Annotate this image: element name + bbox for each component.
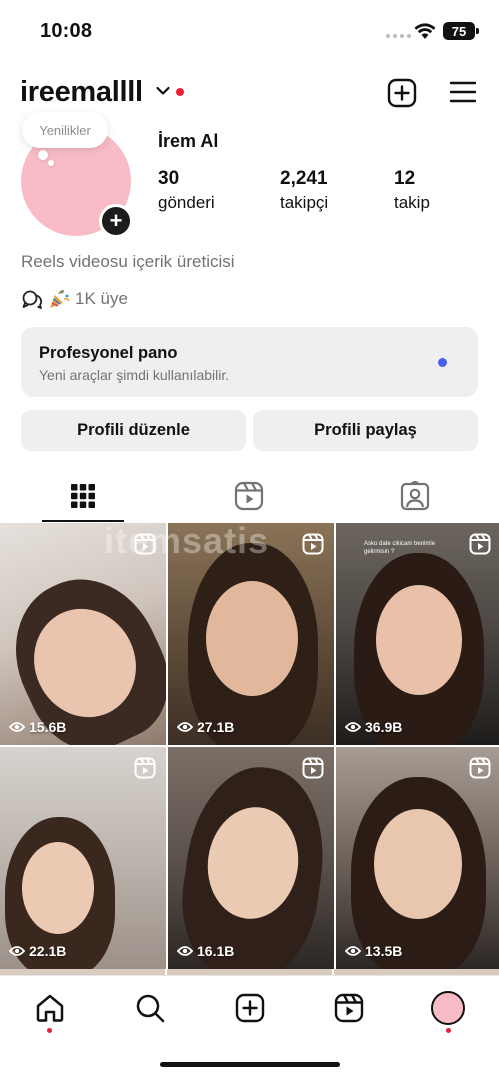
status-time: 10:08 (40, 20, 93, 42)
view-count: 13.5B (345, 943, 402, 959)
chevron-down-icon[interactable] (156, 86, 170, 96)
community-chat-icon (22, 290, 43, 309)
pro-dashboard-title: Profesyonel pano (39, 344, 178, 362)
status-bar: 10:08 75 (0, 0, 499, 62)
new-indicator-dot (438, 358, 447, 367)
watermark: itemsatis (104, 520, 270, 561)
nav-home[interactable] (32, 990, 68, 1026)
reel-badge-icon (302, 757, 324, 779)
share-profile-button[interactable]: Profili paylaş (253, 410, 478, 451)
reels-icon (334, 993, 364, 1023)
profile-tabs (0, 470, 499, 522)
reel-badge-icon (134, 757, 156, 779)
view-count: 15.6B (9, 719, 66, 735)
grid-icon (71, 484, 95, 508)
eye-icon (345, 946, 361, 956)
nav-reels[interactable] (331, 990, 367, 1026)
profile-bio: Reels videosu içerik üreticisi (21, 252, 235, 271)
notes-bubble-tail-small (48, 160, 54, 166)
view-count: 22.1B (9, 943, 66, 959)
stat-followers-label: takipçi (280, 193, 329, 212)
create-post-icon[interactable] (387, 78, 417, 108)
notes-bubble[interactable]: Yenilikler (22, 112, 108, 148)
stat-posts-label: gönderi (158, 193, 215, 212)
party-popper-icon (50, 290, 70, 308)
eye-icon (9, 722, 25, 732)
tab-posts-grid[interactable] (0, 470, 166, 522)
tab-reels[interactable] (166, 470, 332, 522)
eye-icon (177, 946, 193, 956)
stat-posts[interactable]: 30 gönderi (158, 168, 215, 213)
username[interactable]: ireemallll (20, 76, 143, 109)
stat-followers[interactable]: 2,241 takipçi (280, 168, 328, 213)
profile-header: ireemallll (0, 68, 499, 116)
hamburger-menu-icon[interactable] (449, 80, 477, 104)
create-icon (235, 993, 265, 1023)
home-indicator[interactable] (160, 1062, 340, 1067)
stat-following[interactable]: 12 takip (394, 168, 430, 213)
notification-dot (176, 88, 184, 96)
reel-badge-icon (469, 533, 491, 555)
eye-icon (345, 722, 361, 732)
eye-icon (177, 722, 193, 732)
view-count: 27.1B (177, 719, 234, 735)
nav-profile[interactable] (430, 990, 466, 1026)
professional-dashboard[interactable]: Profesyonel pano Yeni araçlar şimdi kull… (21, 327, 478, 397)
grid-post[interactable]: 13.5B (336, 747, 499, 969)
home-icon (36, 994, 64, 1022)
community-members: 1K üye (75, 289, 128, 308)
add-story-icon[interactable]: + (99, 204, 133, 238)
wifi-icon (414, 23, 436, 39)
posts-grid: 15.6B 27.1B Asko date cikicam benimle ge… (0, 523, 499, 971)
profile-notification-dot (446, 1028, 451, 1033)
search-icon (136, 994, 165, 1023)
grid-post[interactable]: 22.1B (0, 747, 166, 969)
profile-avatar-small (431, 991, 465, 1025)
grid-post[interactable]: Asko date cikicam benimle gelirmisin ? 3… (336, 523, 499, 745)
view-count: 36.9B (345, 719, 402, 735)
edit-profile-button[interactable]: Profili düzenle (21, 410, 246, 451)
pro-dashboard-subtitle: Yeni araçlar şimdi kullanılabilir. (39, 367, 230, 383)
reel-badge-icon (302, 533, 324, 555)
stat-following-label: takip (394, 193, 430, 212)
reels-icon (234, 481, 264, 511)
reel-badge-icon (469, 757, 491, 779)
nav-search[interactable] (132, 990, 168, 1026)
stat-following-value: 12 (394, 168, 416, 189)
notes-bubble-tail (38, 150, 48, 160)
cellular-signal-icon (386, 34, 411, 38)
eye-icon (9, 946, 25, 956)
tagged-user-icon (400, 481, 430, 511)
tab-tagged[interactable] (332, 470, 498, 522)
grid-post[interactable]: 16.1B (168, 747, 334, 969)
profile-full-name: İrem Al (158, 131, 219, 151)
battery-icon: 75 (443, 22, 479, 40)
home-notification-dot (47, 1028, 52, 1033)
community-link[interactable]: 1K üye (21, 288, 128, 310)
stat-posts-value: 30 (158, 168, 180, 189)
view-count: 16.1B (177, 943, 234, 959)
stat-followers-value: 2,241 (280, 168, 328, 189)
nav-create[interactable] (232, 990, 268, 1026)
